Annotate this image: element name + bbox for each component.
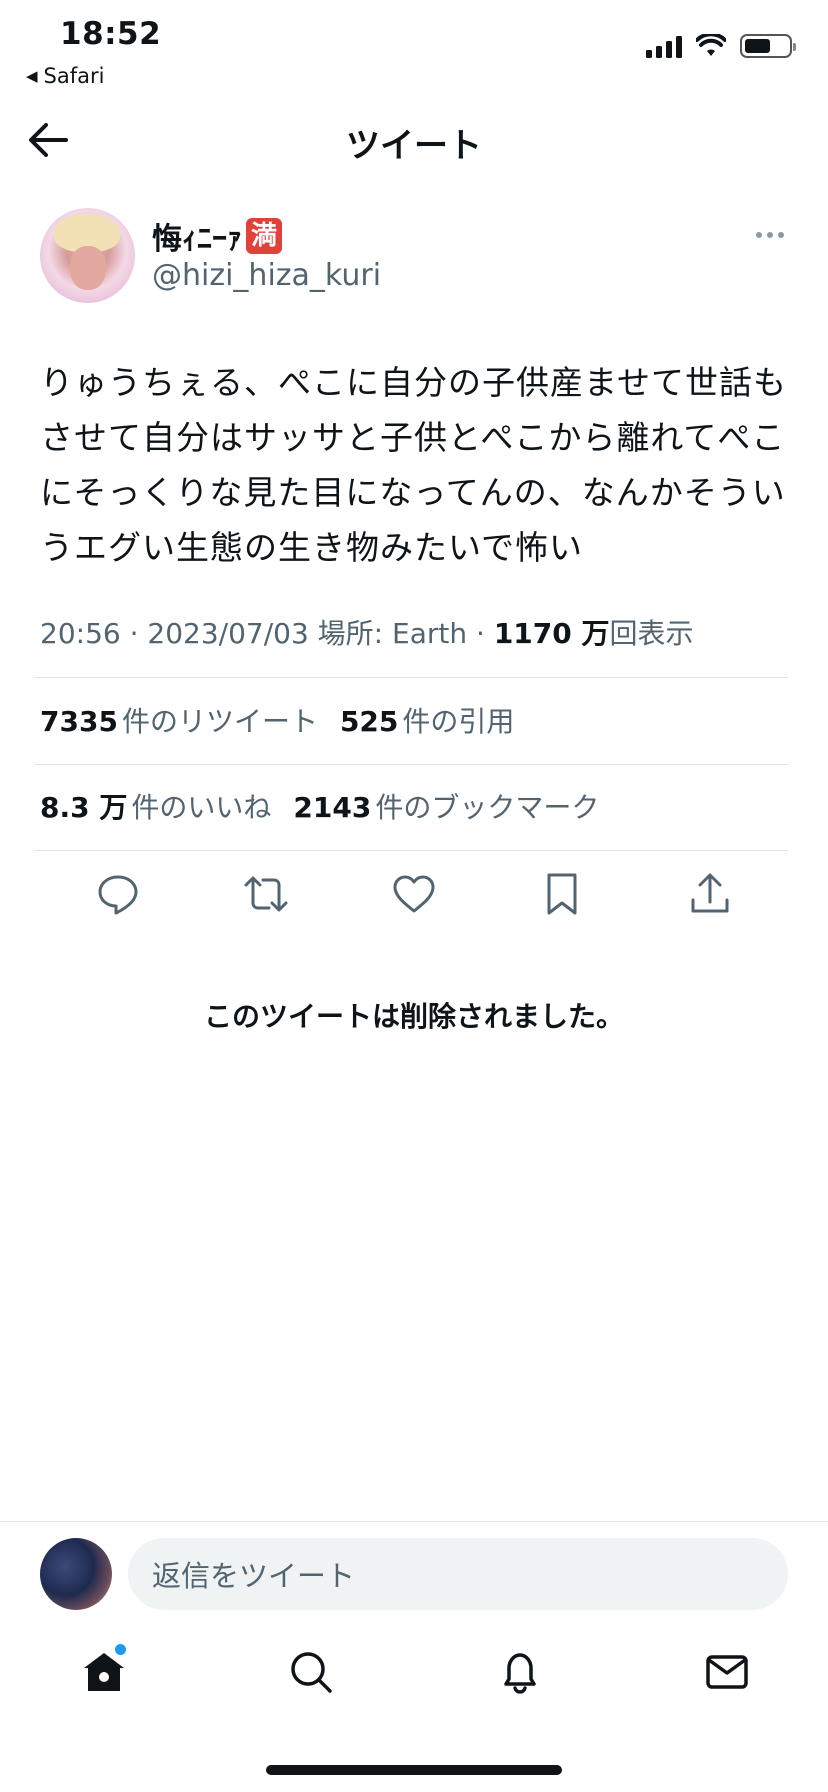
views-label: 回表示 (609, 617, 694, 650)
wifi-icon (696, 34, 726, 56)
author-name-text: 悔ｨﾆｰｧ (152, 222, 242, 257)
author-avatar[interactable] (40, 208, 135, 303)
divider (34, 850, 788, 851)
my-avatar[interactable] (40, 1538, 112, 1610)
tweet-text: りゅうちぇる、ぺこに自分の子供産ませて世話もさせて自分はサッサと子供とぺこから離… (40, 363, 788, 567)
author-name[interactable]: 悔ｨﾆｰｧ 満 (152, 214, 282, 258)
tweet-timestamp-location: 20:56 · 2023/07/03 場所: Earth · (40, 617, 494, 650)
bookmarks-label: 件のブックマーク (375, 791, 600, 824)
author-badge: 満 (246, 218, 282, 254)
quotes-stat[interactable]: 525 件の引用 (340, 700, 514, 740)
bookmarks-stat[interactable]: 2143 件のブックマーク (293, 786, 599, 826)
home-notification-dot (115, 1644, 126, 1655)
header: ツイート (0, 108, 828, 172)
cellular-signal-icon (646, 34, 682, 58)
share-icon[interactable] (686, 870, 734, 918)
battery-icon (740, 34, 796, 58)
status-time: 18:52 (60, 16, 162, 52)
likes-stat[interactable]: 8.3 万件のいいね (40, 786, 271, 826)
likes-count: 8.3 万 (40, 791, 128, 824)
retweets-count: 7335 (40, 705, 118, 738)
retweets-stat[interactable]: 7335 件のリツイート (40, 700, 318, 740)
reply-icon[interactable] (94, 870, 142, 918)
back-triangle-icon: ◀ (26, 67, 38, 85)
retweets-label: 件のリツイート (121, 705, 318, 738)
stats-row-retweets: 7335 件のリツイート 525 件の引用 (40, 700, 514, 740)
quotes-label: 件の引用 (402, 705, 515, 738)
like-icon[interactable] (390, 870, 438, 918)
notifications-icon[interactable] (496, 1648, 544, 1696)
tweet-meta: 20:56 · 2023/07/03 場所: Earth · 1170 万回表示 (40, 612, 694, 652)
divider (34, 677, 788, 678)
quotes-count: 525 (339, 705, 399, 738)
messages-icon[interactable] (703, 1648, 751, 1696)
stats-row-likes: 8.3 万件のいいね 2143 件のブックマーク (40, 786, 599, 826)
bookmark-icon[interactable] (538, 870, 586, 918)
back-to-app[interactable]: ◀ Safari (26, 64, 104, 88)
likes-label: 件のいいね (131, 791, 272, 824)
divider (34, 764, 788, 765)
reply-input[interactable]: 返信をツイート (128, 1538, 788, 1610)
deleted-notice: このツイートは削除されました。 (203, 1000, 624, 1033)
bookmarks-count: 2143 (293, 791, 372, 824)
views-count: 1170 万 (493, 617, 610, 650)
author-handle[interactable]: @hizi_hiza_kuri (152, 258, 381, 293)
more-options-icon[interactable] (756, 232, 784, 238)
back-app-label: Safari (43, 64, 105, 88)
reply-divider (0, 1521, 828, 1522)
home-indicator[interactable] (266, 1765, 562, 1775)
status-icons (646, 34, 796, 58)
page-title: ツイート (346, 126, 482, 166)
search-icon[interactable] (287, 1648, 335, 1696)
action-bar (0, 870, 828, 926)
retweet-icon[interactable] (242, 870, 290, 918)
home-icon[interactable] (80, 1648, 128, 1696)
